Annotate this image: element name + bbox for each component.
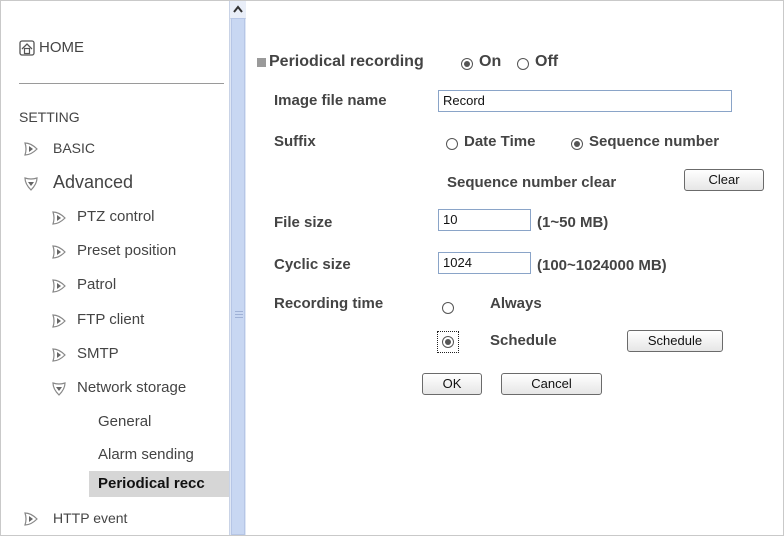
expand-arrow-icon[interactable] [51, 210, 67, 226]
sidebar-item-ftp-client[interactable]: FTP client [77, 311, 144, 328]
sidebar-subitem-alarm-sending[interactable]: Alarm sending [98, 446, 194, 463]
sidebar-item-http-event[interactable]: HTTP event [53, 510, 127, 526]
expand-arrow-icon[interactable] [51, 313, 67, 329]
expand-arrow-icon[interactable] [51, 244, 67, 260]
expand-arrow-icon[interactable] [23, 511, 39, 527]
bullet-icon [257, 58, 266, 67]
sequence-number-clear-label: Sequence number clear [447, 174, 617, 191]
expand-arrow-icon[interactable] [51, 278, 67, 294]
scroll-thumb[interactable] [231, 18, 245, 535]
periodical-off-radio[interactable] [517, 58, 529, 70]
file-size-range: (1~50 MB) [537, 214, 609, 231]
schedule-label[interactable]: Schedule [490, 332, 557, 349]
scroll-up-button[interactable] [230, 1, 246, 19]
always-label[interactable]: Always [490, 295, 542, 312]
collapse-arrow-icon[interactable] [51, 381, 67, 397]
file-size-input[interactable]: 10 [438, 209, 531, 231]
chevron-up-icon [233, 5, 243, 13]
home-link[interactable]: HOME [19, 39, 84, 56]
periodical-on-radio[interactable] [461, 58, 473, 70]
setting-heading: SETTING [19, 109, 80, 125]
recording-always-radio[interactable] [442, 302, 454, 314]
cancel-button[interactable]: Cancel [501, 373, 602, 395]
cyclic-size-label: Cyclic size [274, 256, 351, 273]
sidebar-item-basic[interactable]: BASIC [53, 140, 95, 156]
ok-button[interactable]: OK [422, 373, 482, 395]
sidebar-item-preset-position[interactable]: Preset position [77, 242, 176, 259]
image-file-name-label: Image file name [274, 92, 387, 109]
main-content: Periodical recording On Off Image file n… [247, 1, 782, 535]
cyclic-size-range: (100~1024000 MB) [537, 257, 667, 274]
collapse-arrow-icon[interactable] [23, 176, 39, 192]
cyclic-size-input[interactable]: 1024 [438, 252, 531, 274]
off-label[interactable]: Off [535, 53, 558, 71]
sidebar-item-smtp[interactable]: SMTP [77, 345, 119, 362]
sidebar-item-advanced[interactable]: Advanced [53, 172, 133, 193]
schedule-button[interactable]: Schedule [627, 330, 723, 352]
sidebar: HOME SETTING BASIC Advanced PTZ control … [1, 1, 230, 534]
suffix-sequence-number-radio[interactable] [571, 138, 583, 150]
recording-schedule-radio[interactable] [442, 336, 454, 348]
recording-time-label: Recording time [274, 295, 384, 312]
clear-button[interactable]: Clear [684, 169, 764, 191]
sidebar-item-patrol[interactable]: Patrol [77, 276, 116, 293]
suffix-sequence-number-label[interactable]: Sequence number [589, 133, 719, 150]
sidebar-item-network-storage[interactable]: Network storage [77, 379, 186, 396]
expand-arrow-icon[interactable] [51, 347, 67, 363]
sidebar-subitem-general[interactable]: General [98, 413, 151, 430]
section-title: Periodical recording [269, 53, 424, 70]
suffix-date-time-label[interactable]: Date Time [464, 133, 535, 150]
suffix-label: Suffix [274, 133, 316, 150]
home-icon [19, 39, 35, 56]
on-label[interactable]: On [479, 53, 501, 71]
home-label: HOME [39, 39, 84, 56]
suffix-date-time-radio[interactable] [446, 138, 458, 150]
expand-arrow-icon[interactable] [23, 141, 39, 157]
divider [19, 83, 224, 84]
file-size-label: File size [274, 214, 333, 231]
sidebar-subitem-periodical-recording[interactable]: Periodical recc [98, 475, 205, 492]
sidebar-scrollbar[interactable] [229, 1, 246, 535]
image-file-name-input[interactable]: Record [438, 90, 732, 112]
sidebar-item-ptz-control[interactable]: PTZ control [77, 208, 155, 225]
